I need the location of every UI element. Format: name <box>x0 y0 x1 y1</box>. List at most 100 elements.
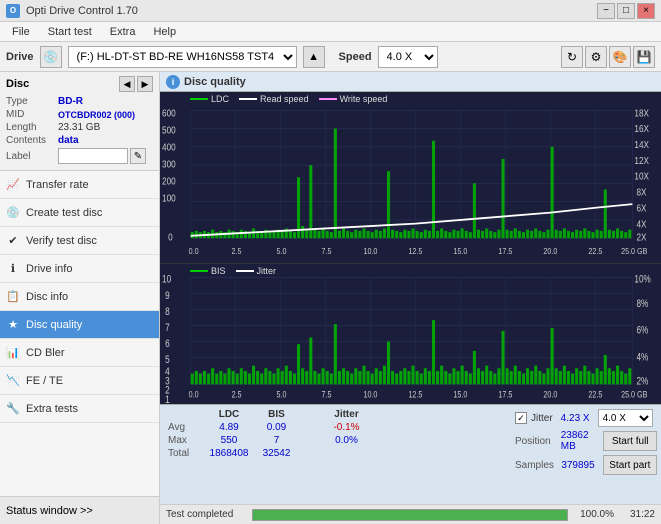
drive-info-icon: ℹ <box>6 262 20 276</box>
label-edit-button[interactable]: ✎ <box>130 148 146 164</box>
position-row: Position 23862 MB Start full <box>515 430 657 452</box>
palette-icon[interactable]: 🎨 <box>609 46 631 68</box>
save-icon[interactable]: 💾 <box>633 46 655 68</box>
drive-bar: Drive 💿 (F:) HL-DT-ST BD-RE WH16NS58 TST… <box>0 42 661 72</box>
speed-value: 4.23 X <box>561 413 590 424</box>
sidebar-item-disc-info[interactable]: 📋 Disc info <box>0 283 159 311</box>
menu-extra[interactable]: Extra <box>102 25 144 39</box>
minimize-button[interactable]: − <box>597 3 615 19</box>
chart-top: LDC Read speed Write speed <box>160 92 661 264</box>
settings-icon[interactable]: ⚙ <box>585 46 607 68</box>
label-input[interactable] <box>58 148 128 164</box>
sidebar-item-disc-quality[interactable]: ★ Disc quality <box>0 311 159 339</box>
progress-time: 31:22 <box>620 509 655 520</box>
legend-write-speed: Write speed <box>319 94 388 104</box>
start-part-button[interactable]: Start part <box>603 455 657 475</box>
svg-text:8X: 8X <box>636 187 646 198</box>
disc-label: Disc <box>6 78 29 90</box>
max-jitter: 0.0% <box>319 435 374 446</box>
svg-text:15.0: 15.0 <box>453 388 467 399</box>
svg-text:25.0 GB: 25.0 GB <box>621 388 648 399</box>
menu-start-test[interactable]: Start test <box>40 25 100 39</box>
verify-test-disc-label: Verify test disc <box>26 235 97 247</box>
sidebar-item-verify-test-disc[interactable]: ✔ Verify test disc <box>0 227 159 255</box>
nav-items: 📈 Transfer rate 💿 Create test disc ✔ Ver… <box>0 171 159 496</box>
transfer-rate-label: Transfer rate <box>26 179 89 191</box>
svg-text:2.5: 2.5 <box>232 388 242 399</box>
position-value: 23862 MB <box>561 430 596 452</box>
dq-title: Disc quality <box>184 76 246 88</box>
maximize-button[interactable]: □ <box>617 3 635 19</box>
svg-text:16X: 16X <box>634 124 649 135</box>
fe-te-icon: 📉 <box>6 374 20 388</box>
speed-select[interactable]: 4.0 X <box>378 46 438 68</box>
mid-value: OTCBDR002 (000) <box>58 110 135 120</box>
total-ldc: 1868408 <box>204 448 254 459</box>
sidebar: Disc ◀ ▶ Type BD-R MID OTCBDR002 (000) L… <box>0 72 160 524</box>
speed-label: Speed <box>339 51 372 63</box>
svg-text:25.0 GB: 25.0 GB <box>621 246 647 256</box>
total-bis: 32542 <box>254 448 299 459</box>
extra-tests-icon: 🔧 <box>6 402 20 416</box>
contents-label: Contents <box>6 135 58 146</box>
refresh-icon[interactable]: ↻ <box>561 46 583 68</box>
status-window-label: Status window >> <box>6 505 93 517</box>
disc-btn1[interactable]: ◀ <box>119 76 135 92</box>
legend-bis: BIS <box>190 266 226 276</box>
status-window-button[interactable]: Status window >> <box>0 496 159 524</box>
position-label: Position <box>515 436 557 447</box>
sidebar-item-extra-tests[interactable]: 🔧 Extra tests <box>0 395 159 423</box>
svg-text:7.5: 7.5 <box>322 388 332 399</box>
disc-quality-icon: ★ <box>6 318 20 332</box>
drive-select[interactable]: (F:) HL-DT-ST BD-RE WH16NS58 TST4 <box>68 46 297 68</box>
cd-bler-label: CD Bler <box>26 347 65 359</box>
menu-file[interactable]: File <box>4 25 38 39</box>
verify-test-disc-icon: ✔ <box>6 234 20 248</box>
drive-info-label: Drive info <box>26 263 72 275</box>
disc-panel: Disc ◀ ▶ Type BD-R MID OTCBDR002 (000) L… <box>0 72 159 171</box>
svg-text:0.0: 0.0 <box>189 246 200 256</box>
max-label: Max <box>168 435 204 446</box>
jitter-row: ✓ Jitter 4.23 X 4.0 X <box>515 409 657 427</box>
samples-label: Samples <box>515 460 557 471</box>
sidebar-item-transfer-rate[interactable]: 📈 Transfer rate <box>0 171 159 199</box>
disc-info-label: Disc info <box>26 291 68 303</box>
svg-text:100: 100 <box>162 193 176 204</box>
avg-label: Avg <box>168 422 204 433</box>
svg-text:9: 9 <box>165 289 170 301</box>
svg-text:8: 8 <box>165 305 170 317</box>
svg-text:17.5: 17.5 <box>498 246 512 256</box>
transfer-rate-icon: 📈 <box>6 178 20 192</box>
svg-text:500: 500 <box>162 125 176 136</box>
legend-read-speed: Read speed <box>239 94 309 104</box>
menu-help[interactable]: Help <box>145 25 184 39</box>
svg-text:22.5: 22.5 <box>588 246 602 256</box>
legend-bis-color <box>190 270 208 272</box>
legend-jitter: Jitter <box>236 266 277 276</box>
speed-select-stats[interactable]: 4.0 X <box>598 409 653 427</box>
svg-text:20.0: 20.0 <box>543 246 557 256</box>
close-button[interactable]: × <box>637 3 655 19</box>
jitter-checkbox[interactable]: ✓ <box>515 412 527 424</box>
svg-text:2X: 2X <box>636 232 646 243</box>
sidebar-item-fe-te[interactable]: 📉 FE / TE <box>0 367 159 395</box>
svg-text:20.0: 20.0 <box>543 388 557 399</box>
eject-button[interactable]: ▲ <box>303 46 325 68</box>
start-full-button[interactable]: Start full <box>603 431 657 451</box>
bottom-chart-svg: 10 9 8 7 6 5 4 3 2 1 10% 8% 6% 4% 2% <box>160 264 661 404</box>
samples-row: Samples 379895 Start part <box>515 455 657 475</box>
legend-bis-text: BIS <box>211 266 226 276</box>
legend-read-speed-text: Read speed <box>260 94 309 104</box>
sidebar-item-drive-info[interactable]: ℹ Drive info <box>0 255 159 283</box>
legend-jitter-color <box>236 270 254 272</box>
svg-text:10%: 10% <box>634 273 651 285</box>
samples-value: 379895 <box>561 460 594 471</box>
title-bar: O Opti Drive Control 1.70 − □ × <box>0 0 661 22</box>
sidebar-item-create-test-disc[interactable]: 💿 Create test disc <box>0 199 159 227</box>
disc-btn2[interactable]: ▶ <box>137 76 153 92</box>
sidebar-item-cd-bler[interactable]: 📊 CD Bler <box>0 339 159 367</box>
svg-text:400: 400 <box>162 142 176 153</box>
type-value: BD-R <box>58 96 83 107</box>
svg-text:8%: 8% <box>636 297 648 309</box>
svg-text:22.5: 22.5 <box>588 388 602 399</box>
